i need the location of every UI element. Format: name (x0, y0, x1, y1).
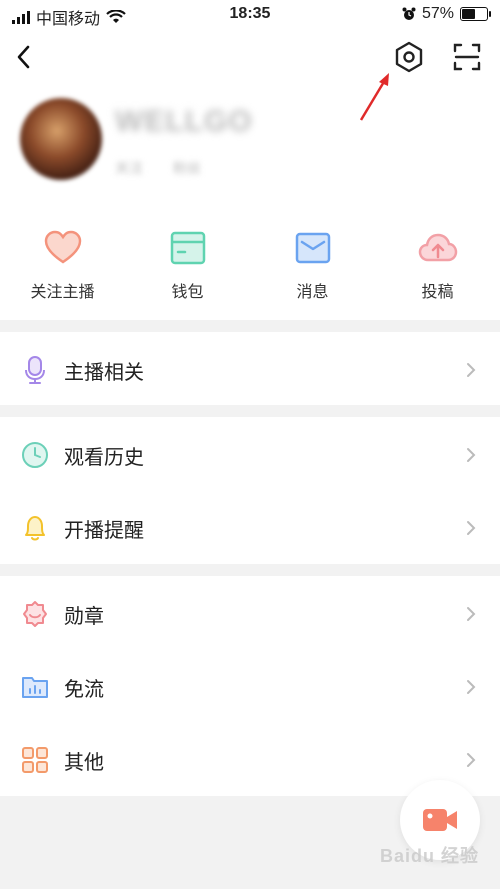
follow-stat: 关注 (115, 160, 143, 176)
menu-item-medals[interactable]: 勋章 (0, 576, 500, 649)
chevron-right-icon (467, 607, 476, 621)
quick-action-label: 关注主播 (30, 284, 95, 301)
menu-group-anchor: 主播相关 (0, 332, 500, 405)
profile-stats: 关注 粉丝 (115, 158, 201, 178)
menu-group-history: 观看历史 开播提醒 (0, 417, 500, 564)
settings-gear-icon[interactable] (392, 40, 426, 74)
chevron-right-icon (467, 363, 476, 377)
watermark: Baidu 经验 (380, 846, 480, 866)
quick-actions: 关注主播 钱包 消息 投稿 (0, 228, 500, 308)
back-button[interactable] (10, 42, 40, 72)
quick-action-upload[interactable]: 投稿 (375, 228, 500, 308)
menu-item-label: 观看历史 (64, 447, 144, 469)
alarm-icon (402, 7, 416, 20)
chevron-right-icon (467, 680, 476, 694)
clock-icon (22, 442, 48, 468)
quick-action-label: 投稿 (421, 284, 454, 301)
annotation-arrow (359, 73, 389, 121)
status-bar: 中国移动 18:35 57% (0, 0, 500, 30)
status-right: 57% (402, 5, 491, 23)
quick-action-label: 钱包 (171, 284, 204, 301)
medal-badge-icon (23, 601, 47, 627)
battery-percent: 57% (421, 5, 454, 22)
menu-item-watch-history[interactable]: 观看历史 (0, 417, 500, 490)
menu-item-label: 勋章 (64, 606, 104, 628)
grid-icon (22, 747, 48, 773)
menu-item-label: 其他 (64, 752, 104, 774)
quick-action-follow[interactable]: 关注主播 (0, 228, 125, 308)
fans-stat: 粉丝 (173, 160, 201, 176)
quick-action-label: 消息 (296, 284, 329, 301)
chevron-right-icon (467, 448, 476, 462)
menu-item-anchor-related[interactable]: 主播相关 (0, 332, 500, 405)
bell-icon (25, 516, 45, 541)
folder-chart-icon (22, 677, 48, 698)
menu-item-label: 主播相关 (64, 362, 144, 384)
menu-item-free-data[interactable]: 免流 (0, 649, 500, 722)
wallet-icon (170, 231, 205, 265)
battery-icon (460, 7, 491, 21)
menu-item-label: 开播提醒 (64, 520, 144, 542)
video-camera-icon (423, 809, 457, 831)
nickname[interactable]: WELLGO (115, 105, 253, 139)
scan-icon[interactable] (450, 40, 484, 74)
avatar[interactable] (20, 98, 102, 180)
menu-item-live-reminder[interactable]: 开播提醒 (0, 490, 500, 563)
cloud-upload-icon (418, 233, 457, 262)
quick-action-wallet[interactable]: 钱包 (125, 228, 250, 308)
menu-group-misc: 勋章 免流 其他 (0, 576, 500, 796)
chevron-right-icon (467, 521, 476, 535)
mail-icon (295, 232, 330, 264)
quick-action-messages[interactable]: 消息 (250, 228, 375, 308)
microphone-icon (25, 356, 45, 384)
heart-icon (44, 230, 81, 264)
chevron-right-icon (467, 753, 476, 767)
menu-item-label: 免流 (64, 679, 104, 701)
